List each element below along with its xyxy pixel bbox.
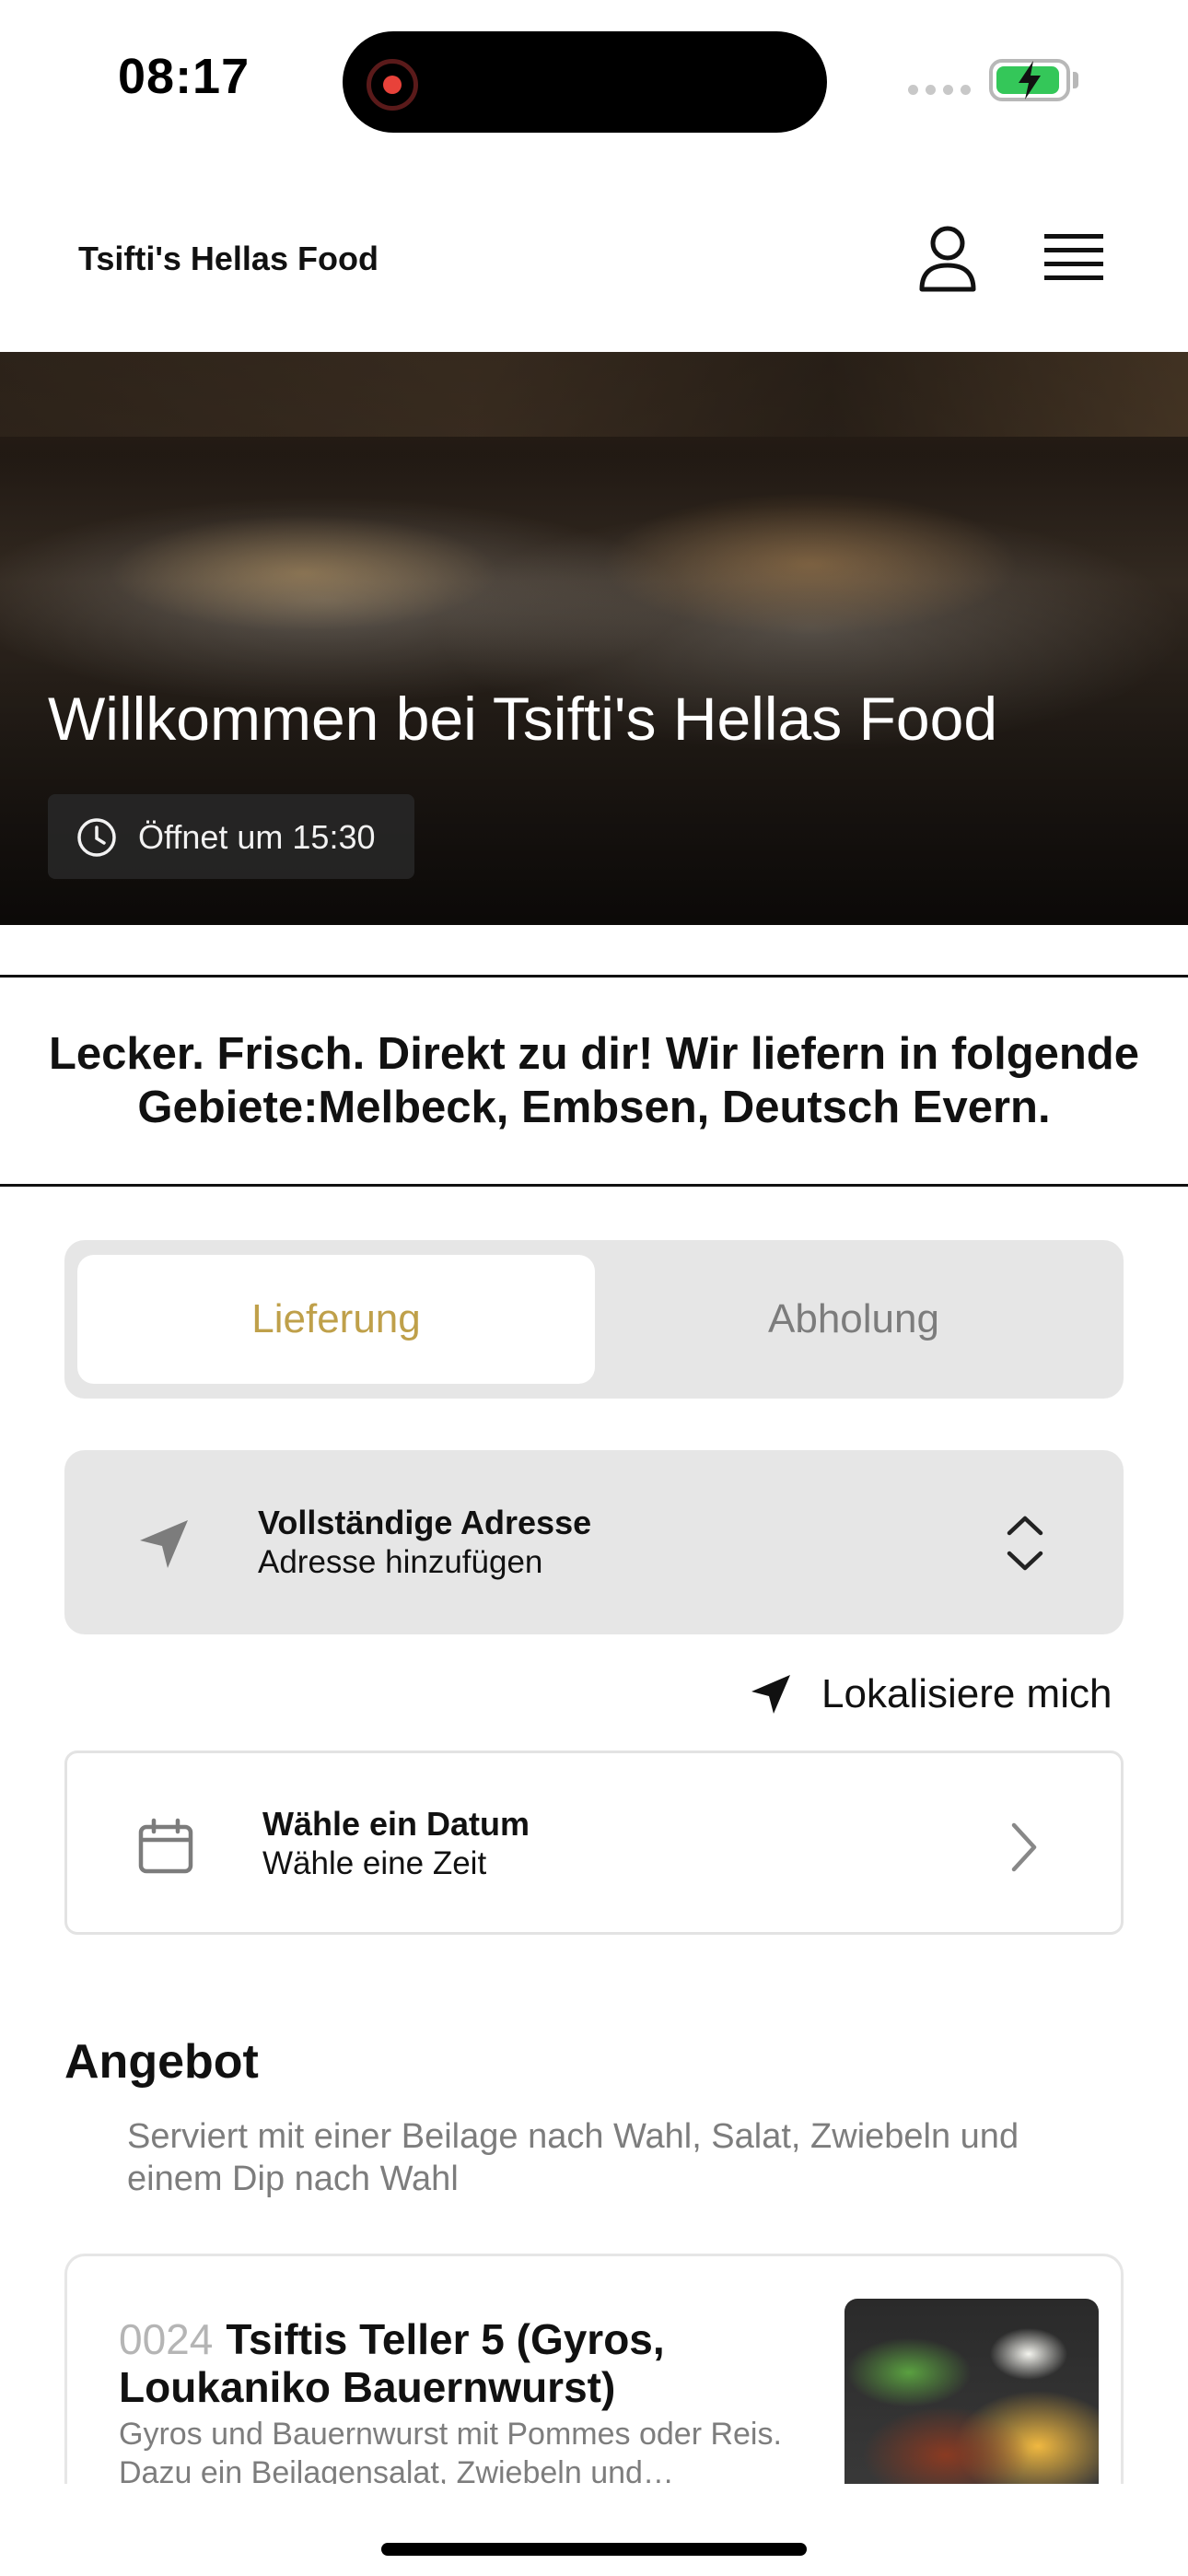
menu-icon[interactable] — [1044, 232, 1103, 286]
delivery-info-banner: Lecker. Frisch. Direkt zu dir! Wir liefe… — [0, 975, 1188, 1187]
product-description: Gyros und Bauernwurst mit Pommes oder Re… — [119, 2417, 782, 2484]
user-icon[interactable] — [917, 225, 978, 293]
tab-lieferung[interactable]: Lieferung — [77, 1255, 595, 1384]
section-title: Angebot — [64, 2035, 259, 2089]
product-code: 0024 — [119, 2315, 214, 2363]
hero-title: Willkommen bei Tsifti's Hellas Food — [48, 685, 998, 753]
time-subtitle: Wähle eine Zeit — [262, 1845, 487, 1881]
address-selector[interactable]: Vollständige Adresse Adresse hinzufügen — [64, 1450, 1124, 1634]
locate-me-button[interactable]: Lokalisiere mich — [748, 1664, 1125, 1725]
date-title: Wähle ein Datum — [262, 1805, 530, 1843]
signal-icon — [908, 85, 971, 95]
delivery-info-text: Lecker. Frisch. Direkt zu dir! Wir liefe… — [49, 1029, 1139, 1132]
brand-name[interactable]: Tsifti's Hellas Food — [78, 240, 379, 278]
section-description: Serviert mit einer Beilage nach Wahl, Sa… — [127, 2117, 1019, 2198]
charging-bolt-icon — [1019, 61, 1041, 100]
product-title: 0024 Tsiftis Teller 5 (Gyros, Loukaniko B… — [119, 2315, 856, 2411]
battery-cap — [1073, 72, 1078, 88]
status-time: 08:17 — [118, 49, 250, 104]
hero-banner: Willkommen bei Tsifti's Hellas Food Öffn… — [0, 352, 1188, 925]
opening-hours-badge: Öffnet um 15:30 — [48, 794, 414, 879]
chevron-right-icon — [1011, 1822, 1037, 1872]
product-card[interactable]: 0024 Tsiftis Teller 5 (Gyros, Loukaniko B… — [64, 2254, 1124, 2484]
navigation-arrow-icon — [140, 1520, 188, 1568]
order-mode-toggle: Lieferung Abholung — [64, 1240, 1124, 1399]
chevron-up-down-icon — [1007, 1516, 1043, 1571]
opening-hours-text: Öffnet um 15:30 — [138, 818, 376, 856]
locate-me-label: Lokalisiere mich — [821, 1671, 1112, 1716]
recording-icon — [367, 59, 418, 111]
calendar-icon — [138, 1818, 193, 1874]
date-time-selector[interactable]: Wähle ein Datum Wähle eine Zeit — [64, 1751, 1124, 1935]
clock-icon — [77, 818, 116, 857]
status-bar: 08:17 — [0, 0, 1188, 157]
home-indicator[interactable] — [381, 2543, 807, 2556]
product-image — [844, 2299, 1099, 2484]
tab-abholung[interactable]: Abholung — [595, 1255, 1112, 1384]
app-header: Tsifti's Hellas Food — [0, 175, 1188, 352]
navigation-arrow-icon — [751, 1675, 790, 1714]
address-subtitle: Adresse hinzufügen — [258, 1544, 543, 1580]
address-title: Vollständige Adresse — [258, 1504, 592, 1541]
